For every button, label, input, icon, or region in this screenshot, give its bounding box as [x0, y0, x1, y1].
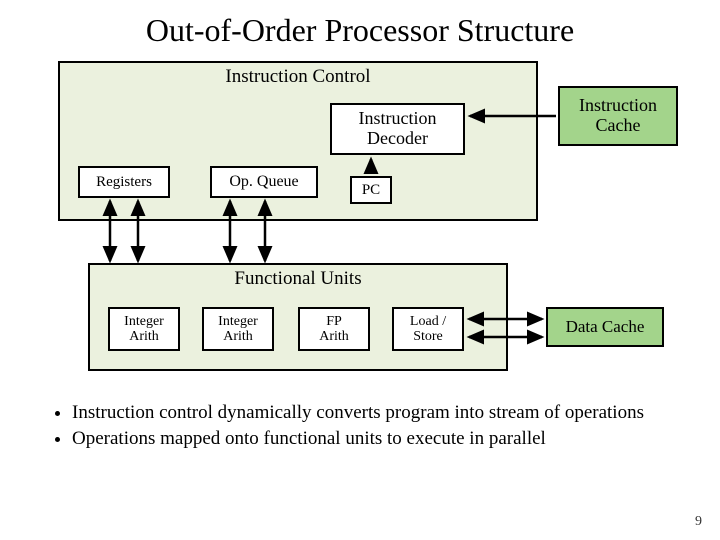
functional-units-label: Functional Units [90, 269, 506, 290]
integer-arith-2-box: IntegerArith [202, 307, 274, 351]
registers-box: Registers [78, 166, 170, 198]
load-store-box: Load /Store [392, 307, 464, 351]
diagram: Instruction Control InstructionDecoder R… [30, 61, 690, 391]
instruction-decoder-box: InstructionDecoder [330, 103, 465, 155]
slide-title: Out-of-Order Processor Structure [30, 12, 690, 49]
op-queue-box: Op. Queue [210, 166, 318, 198]
page-number: 9 [695, 514, 702, 530]
bullet-item: Instruction control dynamically converts… [72, 401, 670, 425]
instruction-control-label: Instruction Control [60, 67, 536, 88]
instruction-cache-box: InstructionCache [558, 86, 678, 146]
fp-arith-box: FPArith [298, 307, 370, 351]
data-cache-box: Data Cache [546, 307, 664, 347]
bullet-item: Operations mapped onto functional units … [72, 427, 670, 451]
bullet-list: Instruction control dynamically converts… [50, 401, 670, 451]
integer-arith-1-box: IntegerArith [108, 307, 180, 351]
pc-box: PC [350, 176, 392, 204]
